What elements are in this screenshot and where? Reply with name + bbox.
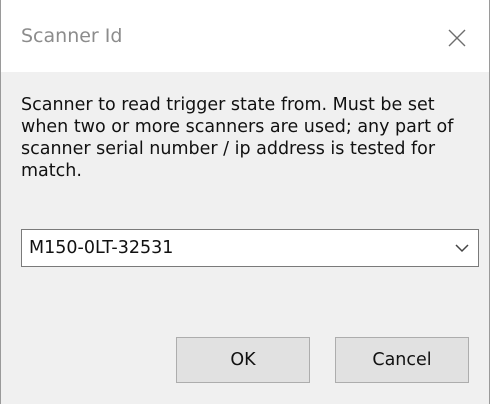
close-button[interactable] [439,20,475,56]
scanner-select[interactable]: M150-0LT-32531 [21,229,479,267]
dialog-description: Scanner to read trigger state from. Must… [21,95,454,181]
scanner-select-value: M150-0LT-32531 [29,238,174,258]
ok-button[interactable]: OK [176,337,310,383]
chevron-down-icon [455,244,469,253]
close-icon [448,29,466,47]
cancel-button[interactable]: Cancel [335,337,469,383]
scanner-id-dialog: Scanner Id Scanner to read trigger state… [0,0,490,404]
dialog-title: Scanner Id [21,25,123,47]
title-bar: Scanner Id [1,0,489,72]
